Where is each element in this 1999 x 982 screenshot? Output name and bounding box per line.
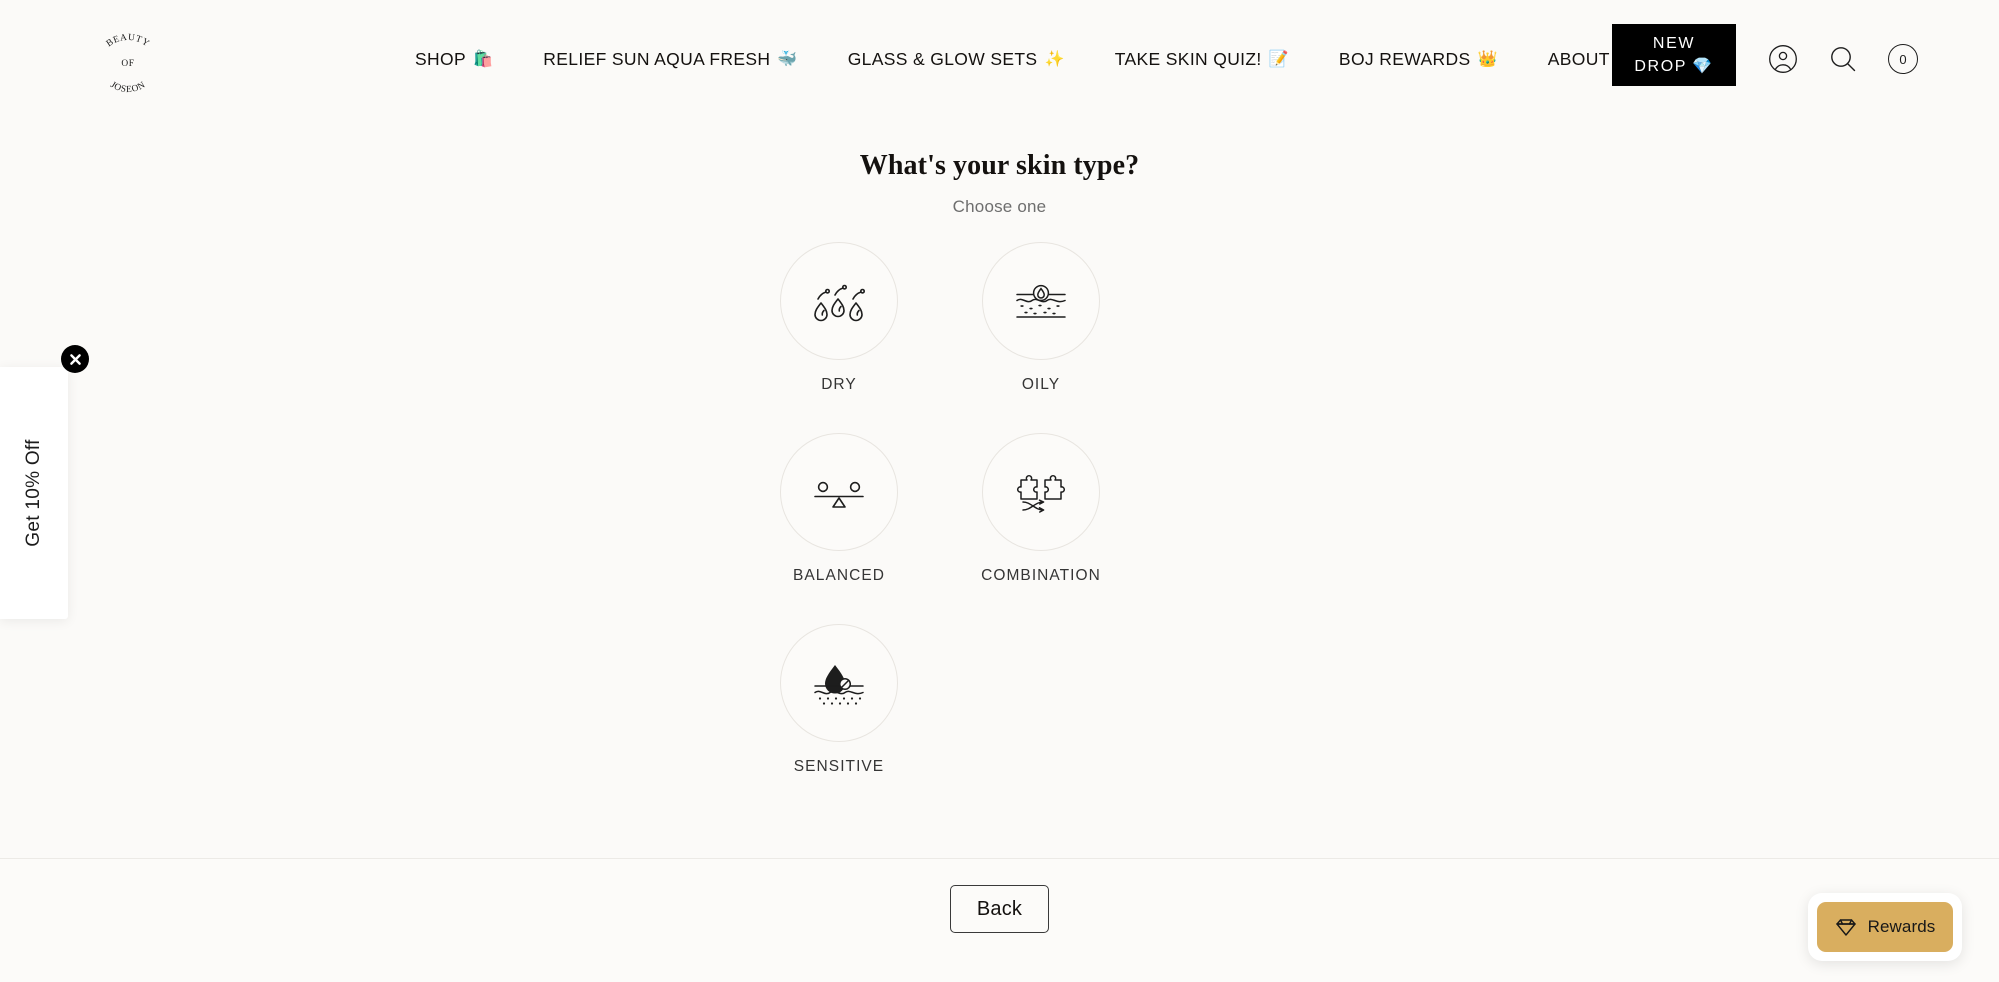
quiz-option-sensitive[interactable]: SENSITIVE	[780, 624, 898, 776]
gem-stone-icon: 💎	[1692, 58, 1714, 75]
memo-icon: 📝	[1268, 51, 1289, 68]
quiz-options-row-1: DRY OILY	[780, 242, 1220, 394]
close-icon[interactable]	[61, 345, 89, 373]
promo-offer-label: Get 10% Off	[23, 439, 45, 547]
nav-item-relief-sun-aqua-fresh[interactable]: RELIEF SUN AQUA FRESH 🐳	[543, 45, 797, 75]
account-icon[interactable]	[1768, 44, 1798, 74]
cart-count: 0	[1899, 51, 1907, 67]
quiz-option-label: DRY	[821, 376, 857, 393]
cart-count-badge[interactable]: 0	[1888, 44, 1918, 74]
quiz-option-dry-circle[interactable]	[780, 242, 898, 360]
new-drop-line1: NEW	[1652, 34, 1696, 52]
logo-text-beauty: BEAUTY	[105, 33, 151, 49]
new-drop-line2: DROP	[1634, 58, 1688, 75]
brand-logo[interactable]: BEAUTY OF JOSEON	[82, 18, 174, 106]
close-x-glyph	[69, 353, 81, 365]
quiz-option-sensitive-circle[interactable]	[780, 624, 898, 742]
nav-item-label: BOJ REWARDS	[1338, 49, 1471, 70]
balance-scale-icon	[814, 481, 864, 508]
nav-item-take-skin-quiz[interactable]: TAKE SKIN QUIZ! 📝	[1115, 45, 1289, 75]
quiz-option-label: COMBINATION	[981, 567, 1101, 584]
quiz-question-title: What's your skin type?	[859, 150, 1140, 181]
quiz-option-balanced[interactable]: BALANCED	[780, 433, 898, 585]
nav-item-glass-and-glow-sets[interactable]: GLASS & GLOW SETS ✨	[848, 45, 1065, 75]
whale-icon: 🐳	[777, 51, 798, 68]
crown-icon: 👑	[1477, 51, 1498, 68]
new-drop-line2-wrap: DROP 💎	[1634, 55, 1713, 78]
quiz-option-oily[interactable]: OILY	[982, 242, 1100, 394]
skin-quiz-panel: What's your skin type? Choose one DRY OI…	[0, 120, 1999, 858]
quiz-option-label: OILY	[1021, 376, 1061, 393]
quiz-option-dry[interactable]: DRY	[780, 242, 898, 394]
quiz-option-oily-circle[interactable]	[982, 242, 1100, 360]
no-water-skin-layers-icon	[814, 665, 864, 705]
quiz-option-combination-circle[interactable]	[982, 433, 1100, 551]
quiz-options-row-3: SENSITIVE	[780, 624, 1220, 776]
nav-item-shop[interactable]: SHOP 🛍️	[415, 45, 493, 75]
quiz-footer: Back	[0, 859, 1999, 982]
rewards-button[interactable]: Rewards	[1817, 902, 1953, 952]
nav-item-label: SHOP	[415, 49, 466, 70]
sparkles-icon: ✨	[1044, 51, 1065, 68]
quiz-options-row-2: BALANCED COMBINATION	[780, 433, 1220, 585]
primary-navigation: SHOP 🛍️ RELIEF SUN AQUA FRESH 🐳 GLASS & …	[415, 0, 1660, 120]
nav-item-boj-rewards[interactable]: BOJ REWARDS 👑	[1339, 45, 1498, 75]
puzzle-pieces-icon	[1016, 475, 1066, 513]
quiz-option-balanced-circle[interactable]	[780, 433, 898, 551]
site-header: BEAUTY OF JOSEON SHOP 🛍️ RELIEF SUN AQUA…	[0, 0, 1999, 120]
quiz-option-label: BALANCED	[793, 567, 885, 584]
rewards-widget: Rewards	[1808, 893, 1962, 961]
header-icon-group: 0	[1768, 44, 1918, 74]
quiz-option-label: SENSITIVE	[793, 758, 885, 775]
search-icon[interactable]	[1828, 44, 1858, 74]
nav-item-label: ABOUT	[1547, 49, 1610, 70]
rewards-button-label: Rewards	[1867, 917, 1936, 936]
promo-offer-tab[interactable]: Get 10% Off	[0, 367, 68, 619]
page-root: BEAUTY OF JOSEON SHOP 🛍️ RELIEF SUN AQUA…	[0, 0, 1999, 982]
back-button[interactable]: Back	[950, 885, 1049, 933]
quiz-options-grid: DRY OILY BALANCED COMBINATION SENSITIVE	[780, 242, 1220, 815]
oily-skin-layers-icon	[1016, 284, 1066, 318]
quiz-instruction: Choose one	[952, 197, 1047, 216]
quiz-option-combination[interactable]: COMBINATION	[981, 433, 1101, 585]
water-droplets-icon	[814, 284, 865, 322]
gem-icon	[1835, 919, 1856, 936]
nav-item-label: TAKE SKIN QUIZ!	[1114, 49, 1262, 70]
new-drop-button[interactable]: NEW DROP 💎	[1612, 24, 1736, 86]
shopping-bags-icon: 🛍️	[473, 51, 494, 68]
logo-text-of: OF	[121, 59, 134, 69]
nav-item-label: RELIEF SUN AQUA FRESH	[543, 49, 771, 70]
nav-item-label: GLASS & GLOW SETS	[847, 49, 1038, 70]
brand-logo-icon: BEAUTY OF JOSEON	[105, 33, 151, 95]
nav-item-about[interactable]: ABOUT	[1548, 45, 1610, 75]
logo-text-joseon: JOSEON	[108, 80, 147, 95]
